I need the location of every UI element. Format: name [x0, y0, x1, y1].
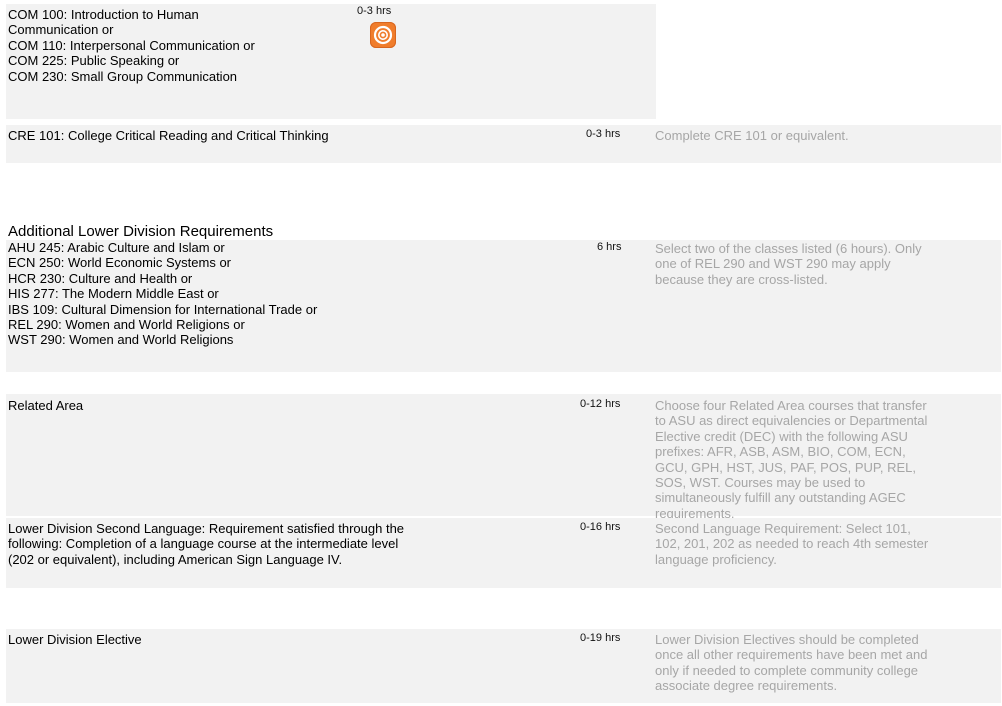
- course-line: Lower Division Second Language: Requirem…: [8, 521, 405, 536]
- note-line: language proficiency.: [655, 551, 777, 567]
- course-line: AHU 245: Arabic Culture and Islam or: [8, 240, 225, 255]
- note-line: simultaneously fulfill any outstanding A…: [655, 490, 906, 506]
- hours-label: 0-3 hrs: [357, 5, 392, 17]
- hours-label: 6 hrs: [597, 241, 622, 253]
- course-name: Lower Division Elective: [8, 632, 142, 647]
- note-line: to ASU as direct equivalencies or Depart…: [655, 413, 928, 429]
- requirement-note: Lower Division Electives should be compl…: [655, 632, 927, 694]
- course-line: following: Completion of a language cour…: [8, 536, 399, 552]
- course-line: COM 110: Interpersonal Communication or: [8, 37, 255, 53]
- note-line: Elective credit (DEC) with the following…: [655, 428, 908, 444]
- course-line: HIS 277: The Modern Middle East or: [8, 286, 219, 302]
- note-line: because they are cross-listed.: [655, 271, 828, 287]
- course-options-com: COM 100: Introduction to Human Communica…: [8, 7, 255, 84]
- requirement-note: Choose four Related Area courses that tr…: [655, 398, 927, 521]
- note-line: Lower Division Electives should be compl…: [655, 632, 919, 647]
- note-line: prefixes: AFR, ASB, ASM, BIO, COM, ECN,: [655, 444, 906, 460]
- course-line: WST 290: Women and World Religions: [8, 332, 234, 348]
- note-line: one of REL 290 and WST 290 may apply: [655, 256, 891, 272]
- course-options-additional: AHU 245: Arabic Culture and Islam or ECN…: [8, 240, 317, 348]
- course-line: COM 230: Small Group Communication: [8, 68, 238, 84]
- hours-label: 0-12 hrs: [580, 398, 621, 410]
- orange-target-icon[interactable]: [370, 22, 396, 48]
- course-name: CRE 101: College Critical Reading and Cr…: [8, 128, 329, 143]
- hours-label: 0-19 hrs: [580, 632, 621, 644]
- course-line: COM 225: Public Speaking or: [8, 53, 180, 69]
- course-line: IBS 109: Cultural Dimension for Internat…: [8, 301, 318, 317]
- course-line: ECN 250: World Economic Systems or: [8, 255, 231, 271]
- note-line: Select two of the classes listed (6 hour…: [655, 241, 922, 256]
- requirement-note: Complete CRE 101 or equivalent.: [655, 128, 849, 143]
- course-options-language: Lower Division Second Language: Requirem…: [8, 521, 404, 567]
- course-line: HCR 230: Culture and Health or: [8, 270, 193, 286]
- note-line: SOS, WST. Courses may be used to: [655, 475, 866, 491]
- section-heading: Additional Lower Division Requirements: [8, 223, 274, 240]
- note-line: only if needed to complete community col…: [655, 662, 919, 678]
- course-name: Related Area: [8, 398, 84, 413]
- note-line: associate degree requirements.: [655, 678, 838, 694]
- note-line: Choose four Related Area courses that tr…: [655, 398, 927, 413]
- requirement-note: Second Language Requirement: Select 101,…: [655, 521, 928, 567]
- hours-label: 0-3 hrs: [586, 128, 621, 140]
- course-line: COM 100: Introduction to Human: [8, 7, 199, 22]
- course-line: REL 290: Women and World Religions or: [8, 317, 245, 333]
- hours-label: 0-16 hrs: [580, 521, 621, 533]
- note-line: GCU, GPH, HST, JUS, PAF, POS, PUP, REL,: [655, 459, 917, 475]
- course-line: Communication or: [8, 22, 114, 38]
- note-line: 102, 201, 202 as needed to reach 4th sem…: [655, 536, 929, 552]
- note-line: once all other requirements have been me…: [655, 647, 928, 663]
- note-line: Second Language Requirement: Select 101,: [655, 521, 911, 536]
- requirement-note: Select two of the classes listed (6 hour…: [655, 241, 922, 287]
- course-line: (202 or equivalent), including American …: [8, 551, 343, 567]
